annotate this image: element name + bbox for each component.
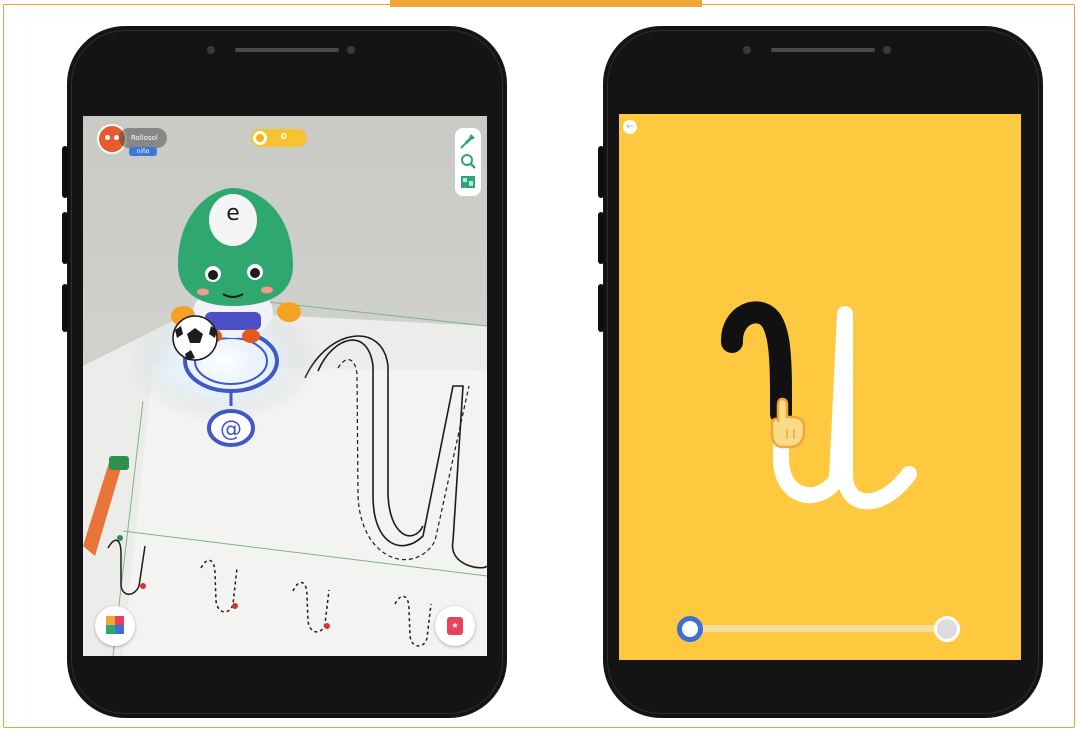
trace-progress-track bbox=[691, 625, 947, 632]
phone-right: ← bbox=[598, 26, 1043, 718]
sensor-dot bbox=[207, 46, 215, 54]
trace-letter-done bbox=[721, 301, 792, 425]
trace-letter-pending bbox=[773, 306, 917, 510]
svg-text:@: @ bbox=[220, 417, 242, 442]
abc-cube-button[interactable] bbox=[95, 606, 135, 646]
user-name: Rollosol bbox=[119, 128, 167, 148]
svg-text:e: e bbox=[226, 201, 240, 226]
hand-pointer-icon bbox=[770, 397, 806, 449]
phone-left: @ e Rollosol niño 0 ★ bbox=[62, 26, 507, 718]
camera-dot bbox=[883, 46, 891, 54]
coin-count: 0 bbox=[281, 132, 287, 141]
power-button bbox=[62, 284, 68, 332]
speaker bbox=[235, 48, 339, 52]
speaker bbox=[771, 48, 875, 52]
volume-button bbox=[62, 212, 68, 264]
volume-button bbox=[598, 146, 604, 198]
coin-counter: 0 bbox=[251, 129, 307, 147]
volume-button bbox=[598, 212, 604, 264]
trace-canvas[interactable] bbox=[619, 114, 1021, 660]
camera-dot bbox=[347, 46, 355, 54]
abc-cube-icon bbox=[106, 616, 124, 634]
user-level-badge: niño bbox=[129, 147, 157, 156]
trace-progress-start-knob[interactable] bbox=[677, 616, 703, 642]
power-button bbox=[598, 284, 604, 332]
card-icon: ★ bbox=[447, 617, 463, 635]
map-icon[interactable] bbox=[459, 173, 477, 191]
volume-button bbox=[62, 146, 68, 198]
ar-toolbar bbox=[455, 128, 481, 196]
ar-screen[interactable]: @ e Rollosol niño 0 ★ bbox=[83, 116, 487, 656]
ar-scene: @ e bbox=[83, 116, 487, 656]
mini-robot bbox=[109, 456, 129, 470]
trace-screen[interactable]: ← bbox=[619, 114, 1021, 660]
coin-icon bbox=[253, 131, 267, 145]
pin-icon[interactable] bbox=[459, 132, 477, 150]
search-icon[interactable] bbox=[459, 152, 477, 170]
top-tab bbox=[390, 0, 702, 7]
sensor-dot bbox=[743, 46, 751, 54]
card-button[interactable]: ★ bbox=[435, 606, 475, 646]
trace-progress-end-knob[interactable] bbox=[934, 616, 960, 642]
